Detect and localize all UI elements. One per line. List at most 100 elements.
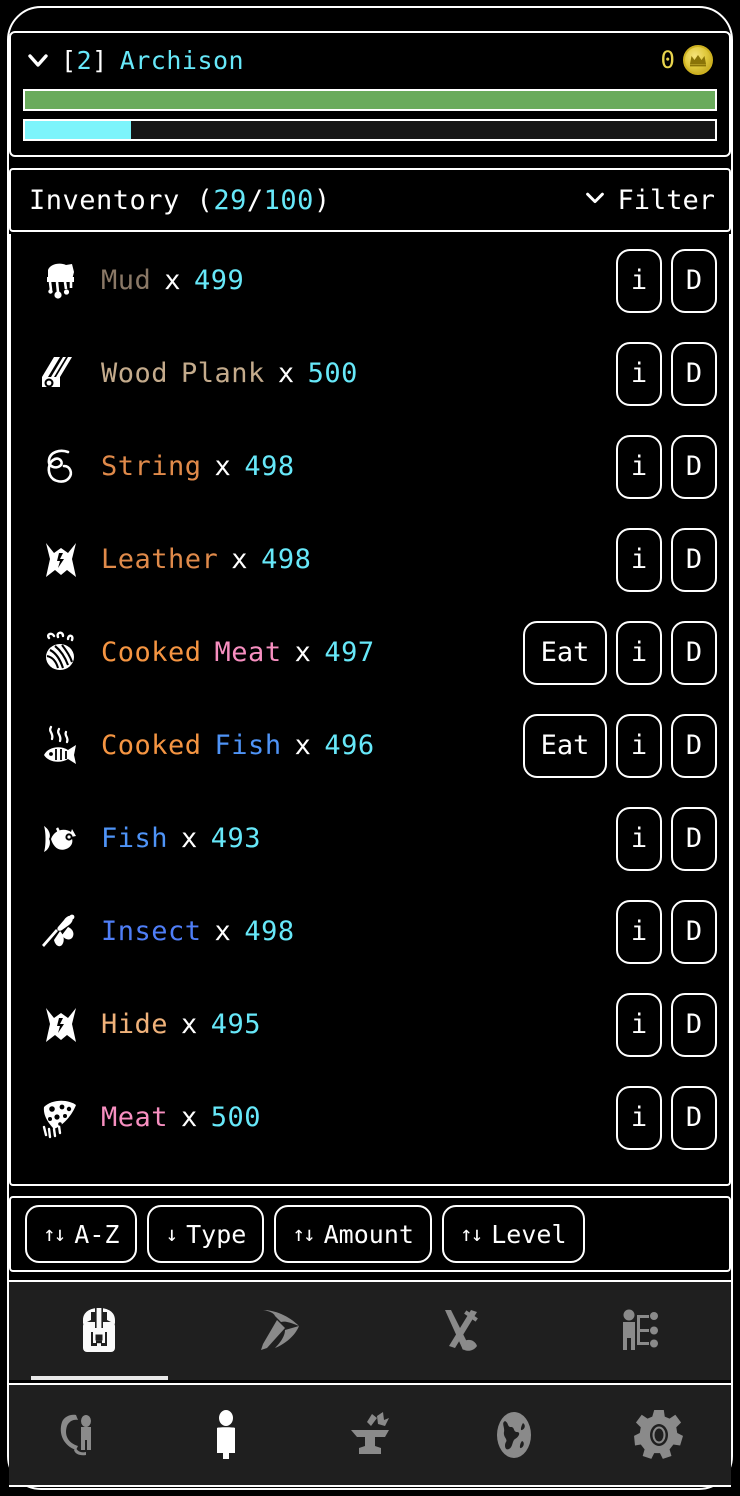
tab-equipment[interactable] [370,1282,551,1380]
item-actions: iD [616,806,717,871]
sort-direction-icon: ↑↓ [292,1222,315,1246]
chevron-down-icon[interactable] [25,47,51,73]
item-multiply-symbol: x [214,916,232,947]
inventory-item-row[interactable]: Hide x 495 i D [11,978,729,1071]
drop-button[interactable]: D [671,527,717,592]
item-label: String x 498 [101,451,295,482]
inventory-item-row[interactable]: Cooked Fish x 496 Eat i D [11,699,729,792]
inventory-capacity: 100 [263,184,314,216]
item-actions: iD [616,341,717,406]
bottom-nav-bar [9,1383,731,1487]
item-multiply-symbol: x [231,544,249,575]
inventory-item-row[interactable]: Cooked Meat x 497 Eat i D [11,606,729,699]
player-name-group: [2] Archison [61,46,244,75]
nav-settings[interactable] [587,1385,731,1485]
item-multiply-symbol: x [181,823,198,854]
gear-icon [633,1409,684,1461]
inventory-item-row[interactable]: Leather x 498 i D [11,513,729,606]
item-label: Meat x 500 [101,1102,261,1133]
info-button[interactable]: i [616,806,662,871]
sort-button-a-z[interactable]: ↑↓ A-Z [25,1205,138,1263]
backpack-icon [77,1306,121,1356]
item-quantity: 495 [210,1009,262,1040]
drop-button[interactable]: D [671,248,717,313]
coin-counter: 0 [661,45,713,75]
sort-direction-icon: ↑↓ [43,1222,66,1246]
item-label: Insect x 498 [101,916,295,947]
inventory-item-row[interactable]: Mud x 499 i D [11,234,729,327]
player-level: 2 [76,45,93,75]
item-multiply-symbol: x [181,1102,198,1133]
drop-button[interactable]: D [671,806,717,871]
nav-creatures[interactable] [9,1385,153,1485]
info-button[interactable]: i [616,899,662,964]
info-button[interactable]: i [616,713,662,778]
inventory-item-row[interactable]: Insect x 498 i D [11,885,729,978]
item-multiply-symbol: x [294,730,312,761]
drop-button[interactable]: D [671,341,717,406]
nav-crafting[interactable] [298,1385,442,1485]
info-button[interactable]: i [616,248,662,313]
globe-icon [491,1409,537,1461]
item-name-part: String [101,451,202,482]
xp-bar-track [23,119,717,141]
info-button[interactable]: i [616,620,662,685]
player-panel: [2] Archison 0 [9,31,731,157]
xp-bar-fill [25,121,131,139]
inventory-title-prefix: Inventory ( [29,184,214,216]
fish-icon [37,815,85,863]
info-button[interactable]: i [616,1085,662,1150]
mud-icon [37,257,85,305]
drop-button[interactable]: D [671,620,717,685]
sort-direction-icon: ↓ [165,1222,178,1246]
inventory-list-panel: Mud x 499 i D Wood Plank x 500 i D String x 498 i D Leat… [9,234,731,1186]
sort-button-amount[interactable]: ↑↓ Amount [274,1205,432,1263]
person-icon [208,1409,244,1461]
skill-tree-icon [616,1306,666,1356]
drop-button[interactable]: D [671,434,717,499]
anvil-icon [345,1410,395,1460]
sort-button-level[interactable]: ↑↓ Level [441,1205,585,1263]
inventory-item-row[interactable]: Meat x 500 i D [11,1071,729,1164]
tab-gathering[interactable] [190,1282,371,1380]
player-header-row[interactable]: [2] Archison 0 [11,33,729,87]
section-tab-bar [9,1280,731,1380]
hide-icon [37,1001,85,1049]
sort-button-label: Level [491,1219,567,1249]
info-button[interactable]: i [616,992,662,1057]
eat-button[interactable]: Eat [523,620,607,685]
info-button[interactable]: i [616,527,662,592]
coin-amount: 0 [660,46,675,74]
item-actions: iD [616,992,717,1057]
inventory-item-row[interactable]: String x 498 i D [11,420,729,513]
tab-skills[interactable] [551,1282,732,1380]
item-quantity: 498 [244,916,295,947]
item-name-part: Fish [101,823,169,854]
drop-button[interactable]: D [671,992,717,1057]
drop-button[interactable]: D [671,899,717,964]
info-button[interactable]: i [616,341,662,406]
drop-button[interactable]: D [671,713,717,778]
inventory-slash: / [246,184,264,216]
string-icon [37,443,85,491]
item-actions: iD [616,527,717,592]
tab-inventory[interactable] [9,1282,190,1380]
eat-button[interactable]: Eat [523,713,607,778]
filter-button[interactable]: Filter [583,185,715,216]
sort-button-label: Type [186,1219,247,1249]
item-name-part: Leather [101,544,219,575]
item-name-part: Cooked [101,637,202,668]
drop-button[interactable]: D [671,1085,717,1150]
item-name-part: Meat [101,1102,169,1133]
info-button[interactable]: i [616,434,662,499]
game-screen: [2] Archison 0 Inventory (29/100) Filter… [0,0,740,1496]
inventory-item-row[interactable]: Fish x 493 i D [11,792,729,885]
item-name-part: Wood [101,358,169,389]
item-quantity: 500 [307,358,358,389]
nav-world[interactable] [442,1385,586,1485]
inventory-item-row[interactable]: Wood Plank x 500 i D [11,327,729,420]
sort-button-type[interactable]: ↓ Type [147,1205,265,1263]
item-name-part: Cooked [101,730,202,761]
nav-character[interactable] [153,1385,297,1485]
item-label: Cooked Fish x 496 [101,730,375,761]
